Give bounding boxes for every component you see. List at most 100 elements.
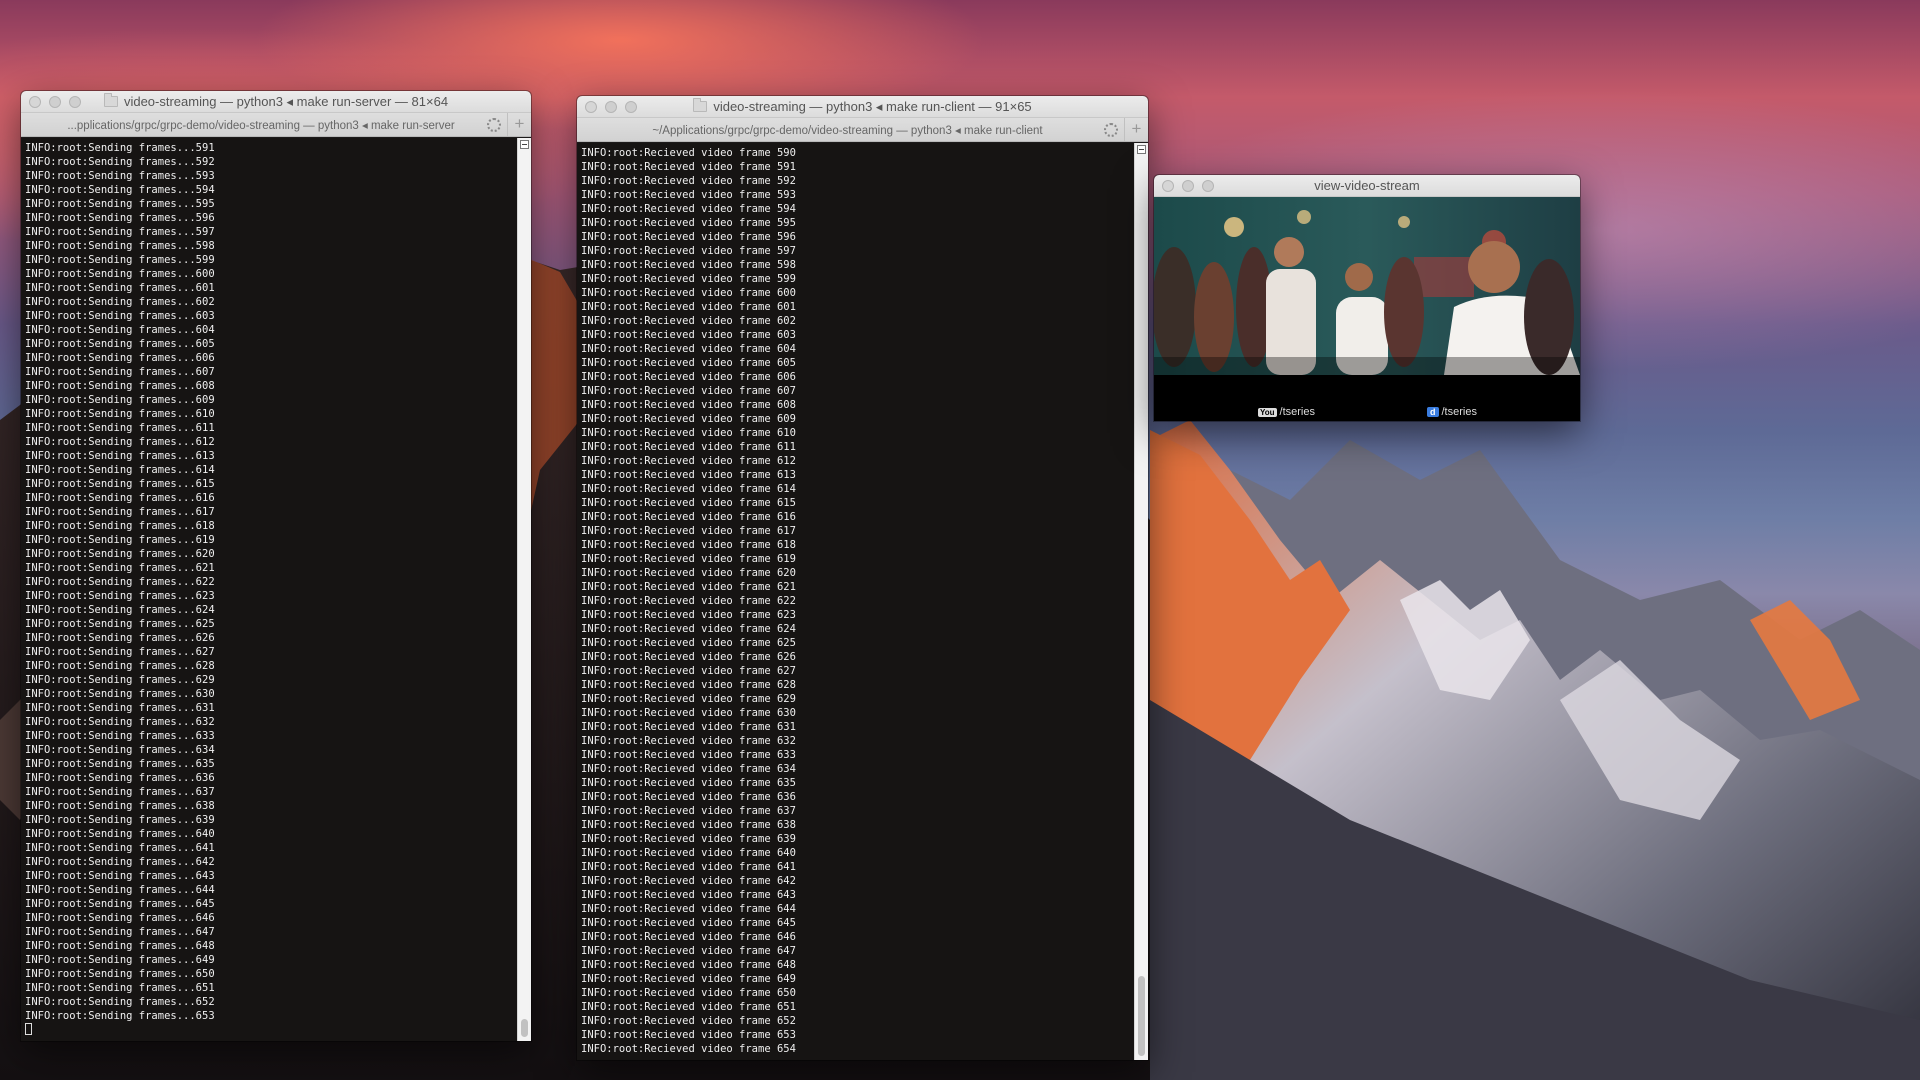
log-line: INFO:root:Sending frames...620 (25, 548, 215, 560)
log-line: INFO:root:Sending frames...648 (25, 940, 215, 952)
log-line: INFO:root:Sending frames...617 (25, 506, 215, 518)
log-line: INFO:root:Sending frames...642 (25, 856, 215, 868)
log-line: INFO:root:Sending frames...624 (25, 604, 215, 616)
log-line: INFO:root:Recieved video frame 637 (581, 805, 796, 817)
close-button[interactable] (585, 101, 597, 113)
server-tab-bar[interactable]: ...pplications/grpc/grpc-demo/video-stre… (21, 113, 531, 137)
log-line: INFO:root:Sending frames...608 (25, 380, 215, 392)
log-line: INFO:root:Sending frames...628 (25, 660, 215, 672)
log-line: INFO:root:Sending frames...631 (25, 702, 215, 714)
log-line: INFO:root:Sending frames...644 (25, 884, 215, 896)
minimize-button[interactable] (605, 101, 617, 113)
log-line: INFO:root:Recieved video frame 604 (581, 343, 796, 355)
client-tab-bar[interactable]: ~/Applications/grpc/grpc-demo/video-stre… (577, 118, 1148, 142)
watermark-left: You /tseries (1258, 406, 1315, 418)
window-title: video-streaming — python3 ◂ make run-ser… (123, 93, 449, 109)
video-viewer-window[interactable]: view-video-stream You /tseries d /tserie… (1154, 175, 1580, 421)
log-line: INFO:root:Recieved video frame 614 (581, 483, 796, 495)
log-line: INFO:root:Recieved video frame 592 (581, 175, 796, 187)
server-terminal-window[interactable]: video-streaming — python3 ◂ make run-ser… (21, 91, 531, 1041)
log-line: INFO:root:Sending frames...606 (25, 352, 215, 364)
tab-server[interactable]: ...pplications/grpc/grpc-demo/video-stre… (21, 118, 531, 132)
log-line: INFO:root:Sending frames...633 (25, 730, 215, 742)
scroll-lines-icon[interactable] (520, 140, 529, 149)
zoom-button[interactable] (69, 96, 81, 108)
log-line: INFO:root:Recieved video frame 607 (581, 385, 796, 397)
log-line: INFO:root:Recieved video frame 648 (581, 959, 796, 971)
log-line: INFO:root:Sending frames...591 (25, 142, 215, 154)
log-line: INFO:root:Recieved video frame 652 (581, 1015, 796, 1027)
prompt-line[interactable] (25, 1023, 513, 1037)
scroll-lines-icon[interactable] (1137, 145, 1146, 154)
log-line: INFO:root:Sending frames...619 (25, 534, 215, 546)
log-line: INFO:root:Recieved video frame 653 (581, 1029, 796, 1041)
log-line: INFO:root:Sending frames...632 (25, 716, 215, 728)
log-line: INFO:root:Sending frames...651 (25, 982, 215, 994)
log-line: INFO:root:Sending frames...629 (25, 674, 215, 686)
log-line: INFO:root:Recieved video frame 610 (581, 427, 796, 439)
scroll-thumb[interactable] (521, 1019, 528, 1037)
log-line: INFO:root:Recieved video frame 638 (581, 819, 796, 831)
log-line: INFO:root:Sending frames...641 (25, 842, 215, 854)
close-button[interactable] (1162, 180, 1174, 192)
log-line: INFO:root:Sending frames...593 (25, 170, 215, 182)
log-line: INFO:root:Recieved video frame 620 (581, 567, 796, 579)
spinner-icon (487, 118, 501, 132)
folder-icon (103, 93, 118, 107)
log-line: INFO:root:Sending frames...604 (25, 324, 215, 336)
client-terminal-window[interactable]: video-streaming — python3 ◂ make run-cli… (577, 96, 1148, 1060)
log-line: INFO:root:Sending frames...645 (25, 898, 215, 910)
log-line: INFO:root:Recieved video frame 605 (581, 357, 796, 369)
client-title-bar[interactable]: video-streaming — python3 ◂ make run-cli… (577, 96, 1148, 118)
minimize-button[interactable] (49, 96, 61, 108)
folder-icon (693, 98, 708, 112)
log-line: INFO:root:Recieved video frame 639 (581, 833, 796, 845)
video-title-bar[interactable]: view-video-stream (1154, 175, 1580, 197)
log-line: INFO:root:Recieved video frame 628 (581, 679, 796, 691)
new-tab-plus-icon[interactable]: + (1124, 118, 1148, 141)
log-line: INFO:root:Sending frames...636 (25, 772, 215, 784)
zoom-button[interactable] (625, 101, 637, 113)
watermark-right: d /tseries (1427, 406, 1477, 418)
server-scrollbar[interactable] (517, 138, 531, 1041)
window-title: view-video-stream (1314, 178, 1420, 193)
log-line: INFO:root:Sending frames...596 (25, 212, 215, 224)
log-line: INFO:root:Recieved video frame 634 (581, 763, 796, 775)
scroll-thumb[interactable] (1138, 976, 1145, 1056)
zoom-button[interactable] (1202, 180, 1214, 192)
log-line: INFO:root:Recieved video frame 595 (581, 217, 796, 229)
client-terminal-output[interactable]: INFO:root:Recieved video frame 590 INFO:r… (577, 143, 1134, 1060)
log-line: INFO:root:Sending frames...613 (25, 450, 215, 462)
log-line: INFO:root:Recieved video frame 646 (581, 931, 796, 943)
log-line: INFO:root:Recieved video frame 625 (581, 637, 796, 649)
log-line: INFO:root:Recieved video frame 640 (581, 847, 796, 859)
log-line: INFO:root:Sending frames...616 (25, 492, 215, 504)
log-line: INFO:root:Sending frames...622 (25, 576, 215, 588)
log-line: INFO:root:Recieved video frame 611 (581, 441, 796, 453)
log-line: INFO:root:Recieved video frame 624 (581, 623, 796, 635)
log-line: INFO:root:Recieved video frame 593 (581, 189, 796, 201)
server-terminal-output[interactable]: INFO:root:Sending frames...591 INFO:root:… (21, 138, 517, 1041)
watermark-right-text: /tseries (1441, 406, 1477, 418)
log-line: INFO:root:Sending frames...647 (25, 926, 215, 938)
log-line: INFO:root:Sending frames...601 (25, 282, 215, 294)
log-line: INFO:root:Sending frames...602 (25, 296, 215, 308)
log-line: INFO:root:Sending frames...599 (25, 254, 215, 266)
server-title-bar[interactable]: video-streaming — python3 ◂ make run-ser… (21, 91, 531, 113)
client-scrollbar[interactable] (1134, 143, 1148, 1060)
log-line: INFO:root:Recieved video frame 622 (581, 595, 796, 607)
log-line: INFO:root:Sending frames...603 (25, 310, 215, 322)
log-line: INFO:root:Sending frames...652 (25, 996, 215, 1008)
close-button[interactable] (29, 96, 41, 108)
log-line: INFO:root:Recieved video frame 632 (581, 735, 796, 747)
log-line: INFO:root:Recieved video frame 644 (581, 903, 796, 915)
new-tab-plus-icon[interactable]: + (507, 113, 531, 136)
log-line: INFO:root:Sending frames...615 (25, 478, 215, 490)
log-line: INFO:root:Sending frames...637 (25, 786, 215, 798)
log-line: INFO:root:Sending frames...643 (25, 870, 215, 882)
youtube-logo-icon: You (1258, 407, 1277, 417)
tab-client[interactable]: ~/Applications/grpc/grpc-demo/video-stre… (577, 123, 1148, 137)
log-line: INFO:root:Sending frames...625 (25, 618, 215, 630)
log-line: INFO:root:Recieved video frame 654 (581, 1043, 796, 1055)
minimize-button[interactable] (1182, 180, 1194, 192)
